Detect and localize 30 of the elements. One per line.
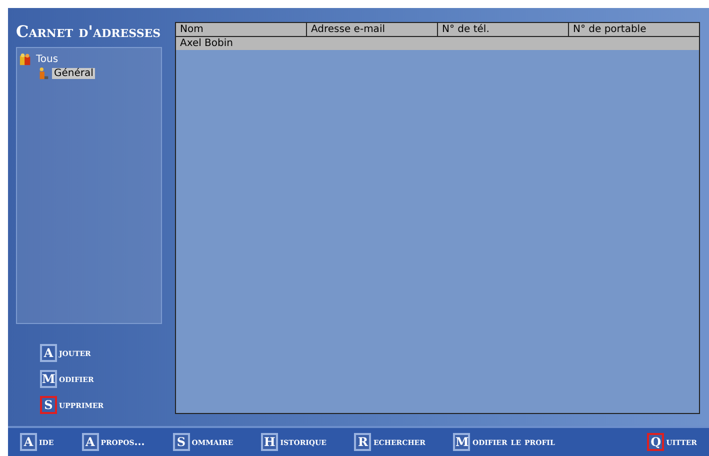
shortcut-key[interactable]: A [82, 433, 99, 451]
tree-item[interactable]: Général [52, 68, 96, 79]
menu-link[interactable]: propos... [100, 436, 145, 448]
shortcut-key[interactable]: A [20, 433, 37, 451]
column-header[interactable]: N° de tél. [438, 23, 569, 36]
menu-link[interactable]: uitter [666, 436, 697, 448]
group-icon [19, 52, 32, 66]
shortcut-key[interactable]: Q [647, 433, 664, 451]
column-header[interactable]: Adresse e-mail [307, 23, 438, 36]
menu-link[interactable]: odifier le profil [472, 436, 555, 448]
column-header[interactable]: N° de portable [569, 23, 699, 36]
menu-link[interactable]: istorique [280, 436, 326, 448]
action-link[interactable]: upprimer [59, 400, 104, 410]
shortcut-key[interactable]: H [261, 433, 278, 451]
window-title: Carnet d'adresses [16, 22, 162, 43]
shortcut-key[interactable]: R [354, 433, 372, 451]
shortcut-key[interactable]: S [40, 396, 57, 414]
menu-link[interactable]: echercher [373, 436, 426, 448]
shortcut-key[interactable]: S [172, 433, 190, 451]
shortcut-key[interactable]: M [40, 370, 57, 388]
table-row[interactable]: Axel Bobin [176, 37, 699, 50]
person-icon [37, 66, 50, 80]
column-header[interactable]: Nom [176, 23, 307, 36]
shortcut-key[interactable]: M [453, 433, 470, 451]
action-link[interactable]: jouter [59, 348, 91, 358]
menu-link[interactable]: ommaire [192, 436, 234, 448]
action-link[interactable]: odifier [59, 374, 94, 384]
shortcut-key[interactable]: A [40, 344, 57, 362]
menu-link[interactable]: ide [39, 436, 54, 448]
tree-item[interactable]: Tous [34, 54, 60, 65]
